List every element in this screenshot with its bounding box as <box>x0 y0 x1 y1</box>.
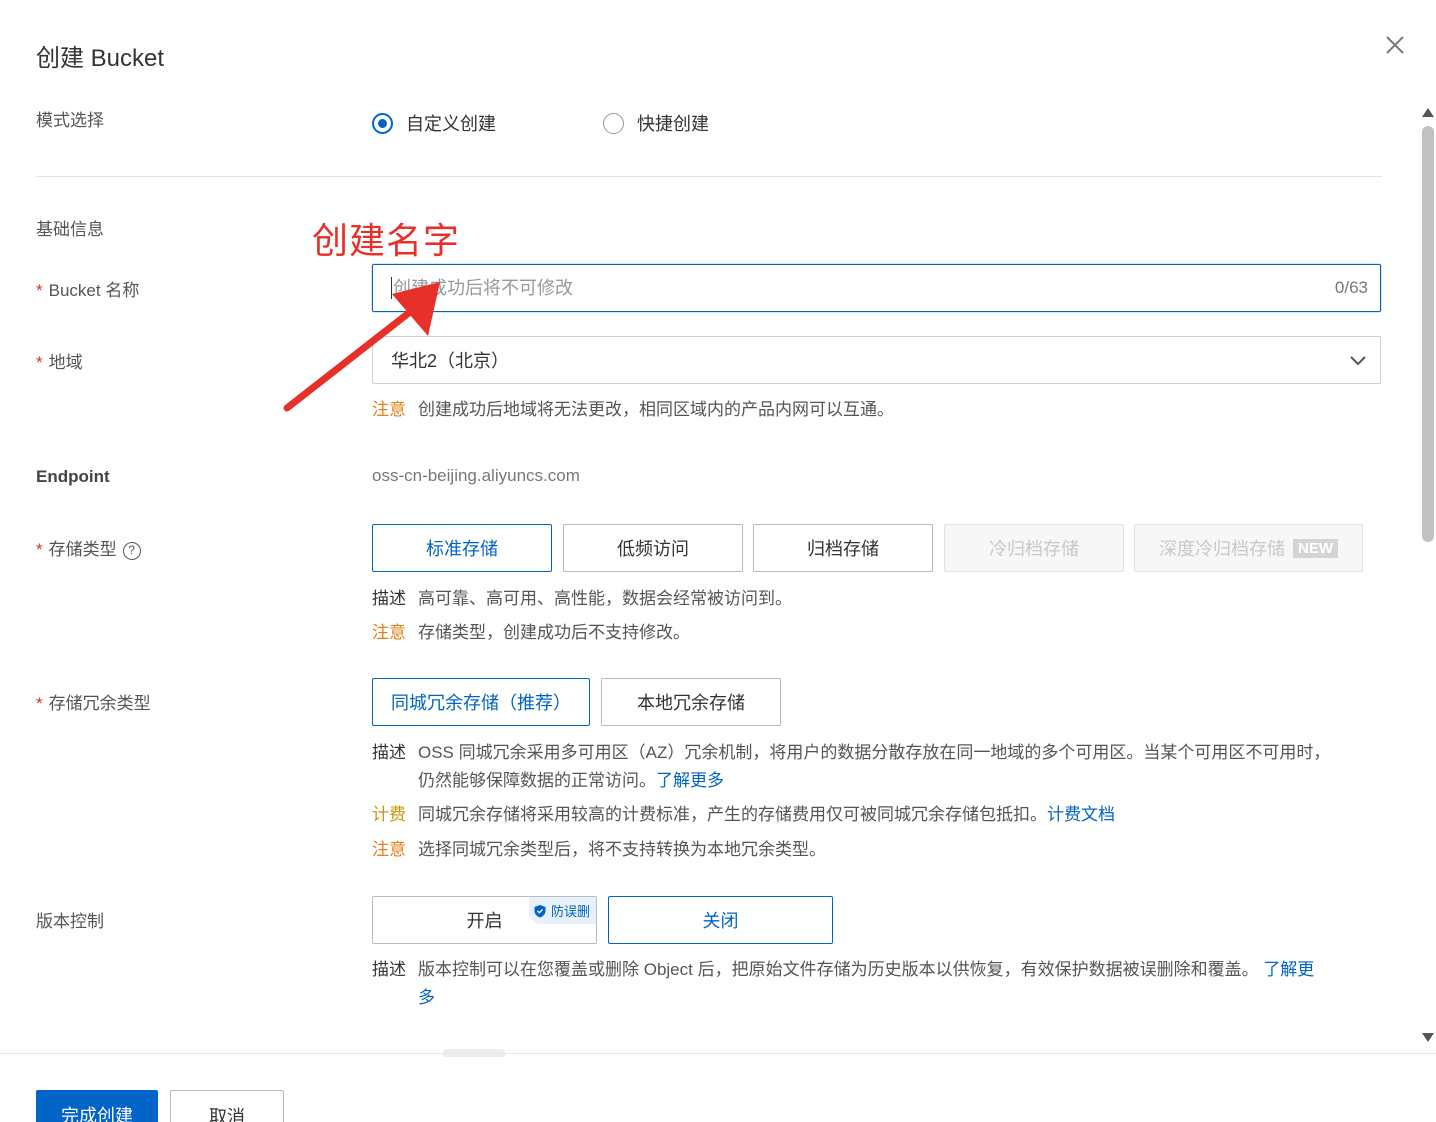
char-counter: 0/63 <box>1334 278 1368 297</box>
storage-option-standard[interactable]: 标准存储 <box>372 524 552 572</box>
endpoint-value: oss-cn-beijing.aliyuncs.com <box>372 466 580 485</box>
anti-delete-text: 防误删 <box>550 904 590 919</box>
billing-doc-link[interactable]: 计费文档 <box>1047 805 1115 824</box>
redundancy-label: * 存储冗余类型 <box>36 689 151 714</box>
redundancy-fee: 计费 同城冗余存储将采用较高的计费标准，产生的存储费用仅可被同城冗余存储包抵扣。… <box>372 801 1115 829</box>
redundancy-option-lrs[interactable]: 本地冗余存储 <box>601 678 781 726</box>
region-note: 注意 创建成功后地域将无法更改，相同区域内的产品内网可以互通。 <box>372 396 894 424</box>
learn-more-link-part1[interactable]: 了解更 <box>1263 960 1314 979</box>
versioning-desc-body: 版本控制可以在您覆盖或删除 Object 后，把原始文件存储为历史版本以供恢复，… <box>418 960 1259 979</box>
region-label: * 地域 <box>36 348 83 373</box>
versioning-option-off[interactable]: 关闭 <box>608 896 833 944</box>
region-label-text: 地域 <box>48 353 83 372</box>
radio-custom-label: 自定义创建 <box>406 114 496 134</box>
confirm-create-button[interactable]: 完成创建 <box>36 1090 158 1122</box>
desc-tag: 描述 <box>372 743 406 762</box>
fee-text: 同城冗余存储将采用较高的计费标准，产生的存储费用仅可被同城冗余存储包抵扣。计费文… <box>418 801 1115 829</box>
desc-line-1: OSS 同城冗余采用多可用区（AZ）冗余机制，将用户的数据分散存放在同一地域的多… <box>418 743 1331 762</box>
footer-divider <box>0 1053 1436 1054</box>
note-tag: 注意 <box>372 400 406 419</box>
storage-option-ia[interactable]: 低频访问 <box>563 524 743 572</box>
fee-tag: 计费 <box>372 805 406 824</box>
required-mark: * <box>36 694 43 713</box>
versioning-option-on[interactable]: 开启 防误删 <box>372 896 597 944</box>
scrollbar[interactable] <box>1421 104 1435 1044</box>
section-divider <box>36 176 1382 177</box>
desc-text: 版本控制可以在您覆盖或删除 Object 后，把原始文件存储为历史版本以供恢复，… <box>418 956 1314 1012</box>
storage-note: 注意 存储类型，创建成功后不支持修改。 <box>372 619 690 647</box>
storage-class-label: * 存储类型? <box>36 535 141 560</box>
help-icon[interactable]: ? <box>122 541 141 560</box>
learn-more-link-part2[interactable]: 多 <box>418 988 435 1007</box>
radio-custom-create[interactable]: 自定义创建 <box>372 110 496 136</box>
shield-icon <box>534 904 546 917</box>
note-tag: 注意 <box>372 623 406 642</box>
note-tag: 注意 <box>372 840 406 859</box>
required-mark: * <box>36 540 43 559</box>
scrollbar-thumb[interactable] <box>1422 126 1434 542</box>
mode-label: 模式选择 <box>36 111 104 130</box>
note-text: 创建成功后地域将无法更改，相同区域内的产品内网可以互通。 <box>418 400 894 419</box>
storage-option-cold-archive: 冷归档存储 <box>944 524 1124 572</box>
new-badge: NEW <box>1293 538 1338 558</box>
bucket-name-label: * Bucket 名称 <box>36 276 139 301</box>
basic-info-heading: 基础信息 <box>36 220 104 239</box>
versioning-desc: 描述 版本控制可以在您覆盖或删除 Object 后，把原始文件存储为历史版本以供… <box>372 956 1382 1012</box>
text-caret <box>391 277 392 299</box>
anti-delete-badge: 防误删 <box>528 897 596 924</box>
redundancy-option-zrs[interactable]: 同城冗余存储（推荐） <box>372 678 590 726</box>
radio-unchecked-icon <box>603 112 624 134</box>
scroll-down-arrow-icon[interactable] <box>1422 1033 1434 1042</box>
fee-body: 同城冗余存储将采用较高的计费标准，产生的存储费用仅可被同城冗余存储包抵扣。 <box>418 805 1047 824</box>
close-icon[interactable] <box>1380 30 1410 60</box>
storage-class-label-text: 存储类型 <box>48 540 117 559</box>
desc-tag: 描述 <box>372 589 406 608</box>
learn-more-link[interactable]: 了解更多 <box>656 771 724 790</box>
versioning-on-label: 开启 <box>466 911 503 931</box>
storage-desc: 描述 高可靠、高可用、高性能，数据会经常被访问到。 <box>372 585 792 613</box>
desc-tag: 描述 <box>372 960 406 979</box>
endpoint-label: Endpoint <box>36 467 110 486</box>
region-select[interactable]: 华北2（北京） <box>372 336 1381 384</box>
note-text: 存储类型，创建成功后不支持修改。 <box>418 623 690 642</box>
radio-quick-label: 快捷创建 <box>637 114 709 134</box>
annotation-text: 创建名字 <box>312 221 461 262</box>
storage-option-archive[interactable]: 归档存储 <box>753 524 933 572</box>
versioning-label: 版本控制 <box>36 912 104 931</box>
redundancy-note: 注意 选择同城冗余类型后，将不支持转换为本地冗余类型。 <box>372 836 826 864</box>
bucket-name-label-text: Bucket 名称 <box>48 281 140 300</box>
required-mark: * <box>36 281 43 300</box>
scroll-up-arrow-icon[interactable] <box>1422 108 1434 117</box>
note-text: 选择同城冗余类型后，将不支持转换为本地冗余类型。 <box>418 840 826 859</box>
radio-quick-create[interactable]: 快捷创建 <box>603 110 709 136</box>
deep-cold-label: 深度冷归档存储 <box>1159 539 1285 559</box>
redundancy-label-text: 存储冗余类型 <box>48 694 151 713</box>
desc-line-2: 仍然能够保障数据的正常访问。 <box>418 771 656 790</box>
desc-text: 高可靠、高可用、高性能，数据会经常被访问到。 <box>418 589 792 608</box>
chevron-down-icon <box>1350 356 1366 366</box>
required-mark: * <box>36 353 43 372</box>
radio-checked-icon <box>372 112 393 134</box>
cancel-button[interactable]: 取消 <box>170 1090 284 1122</box>
redundancy-desc: 描述 OSS 同城冗余采用多可用区（AZ）冗余机制，将用户的数据分散存放在同一地… <box>372 739 1382 795</box>
bucket-name-field[interactable]: 0/63 <box>372 264 1381 312</box>
storage-option-deep-cold-archive: 深度冷归档存储 NEW <box>1134 524 1363 572</box>
region-value: 华北2（北京） <box>391 351 510 371</box>
desc-text: OSS 同城冗余采用多可用区（AZ）冗余机制，将用户的数据分散存放在同一地域的多… <box>418 739 1330 795</box>
bucket-name-input[interactable] <box>393 277 1335 299</box>
dialog-title: 创建 Bucket <box>36 45 165 72</box>
